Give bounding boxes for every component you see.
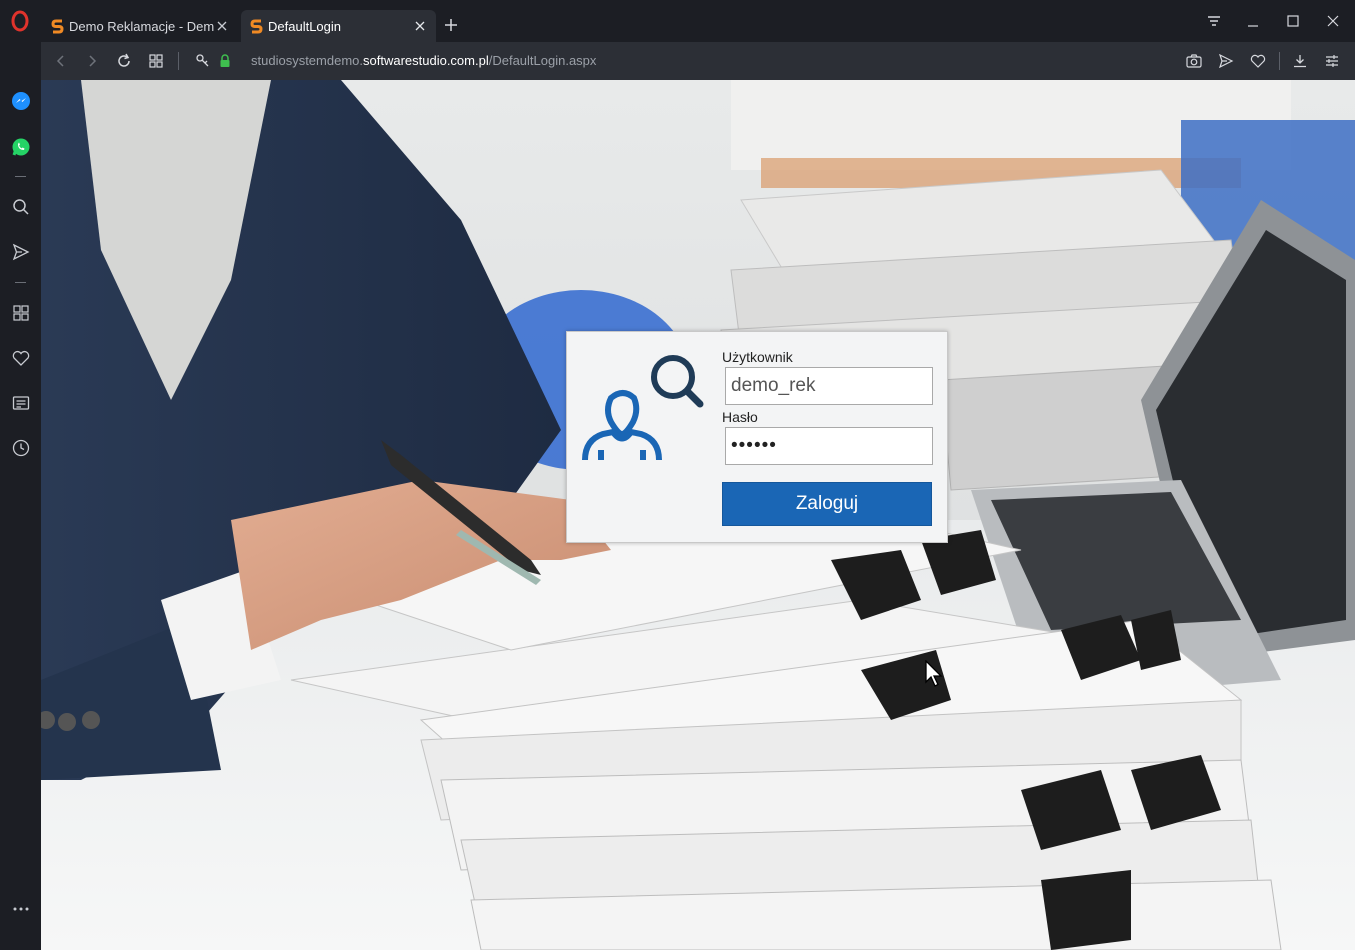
url-path: /DefaultLogin.aspx [488, 53, 597, 68]
url-field[interactable]: studiosystemdemo.softwarestudio.com.pl/D… [251, 53, 596, 68]
password-label: Hasło [722, 409, 758, 425]
divider [15, 282, 26, 283]
heart-icon[interactable] [1248, 51, 1268, 71]
tab-demo-reklamacje[interactable]: Demo Reklamacje - Demo [42, 10, 238, 42]
whatsapp-icon[interactable] [10, 136, 31, 157]
address-bar: studiosystemdemo.softwarestudio.com.pl/D… [41, 42, 1355, 80]
heart-icon[interactable] [10, 347, 31, 368]
maximize-icon[interactable] [1278, 10, 1308, 32]
opera-menu-icon[interactable] [9, 9, 31, 33]
tab-title: DefaultLogin [268, 18, 341, 34]
send-icon[interactable] [10, 241, 31, 262]
camera-icon[interactable] [1184, 51, 1204, 71]
speed-dial-grid-icon[interactable] [10, 302, 31, 323]
tab-strip: Demo Reklamacje - Demo DefaultLogin [0, 0, 1355, 42]
messenger-icon[interactable] [10, 90, 31, 111]
url-prefix: studiosystemdemo. [251, 53, 363, 68]
sidebar [0, 42, 41, 950]
login-panel: Użytkownik Hasło Zaloguj [566, 331, 948, 543]
new-tab-plus-icon[interactable] [442, 16, 460, 34]
mouse-cursor-icon [924, 659, 944, 688]
search-icon[interactable] [10, 196, 31, 217]
close-window-icon[interactable] [1318, 10, 1348, 32]
reload-icon[interactable] [114, 51, 134, 71]
page-viewport: Użytkownik Hasło Zaloguj [41, 80, 1355, 950]
speed-dial-grid-icon[interactable] [146, 51, 166, 71]
lock-icon[interactable] [215, 51, 235, 71]
close-tab-icon[interactable] [214, 18, 230, 34]
vpn-key-icon[interactable] [193, 51, 213, 71]
settings-sliders-icon[interactable] [1322, 51, 1342, 71]
softwarestudio-favicon-icon [249, 18, 263, 34]
softwarestudio-favicon-icon [50, 18, 64, 34]
username-label: Użytkownik [722, 349, 793, 365]
tab-defaultlogin[interactable]: DefaultLogin [241, 10, 436, 42]
close-tab-icon[interactable] [412, 18, 428, 34]
download-icon[interactable] [1290, 51, 1310, 71]
tab-menu-icon[interactable] [1199, 10, 1229, 32]
divider [178, 52, 179, 70]
divider [15, 176, 26, 177]
password-field[interactable] [725, 427, 933, 465]
divider [1279, 52, 1280, 70]
news-icon[interactable] [10, 392, 31, 413]
send-icon[interactable] [1216, 51, 1236, 71]
minimize-icon[interactable] [1238, 10, 1268, 32]
back-arrow-icon[interactable] [51, 51, 71, 71]
forward-arrow-icon[interactable] [82, 51, 102, 71]
user-search-icon [579, 350, 707, 466]
tab-title: Demo Reklamacje - Demo [69, 18, 214, 34]
login-button[interactable]: Zaloguj [722, 482, 932, 526]
history-clock-icon[interactable] [10, 437, 31, 458]
more-options-icon[interactable] [10, 898, 31, 919]
username-field[interactable] [725, 367, 933, 405]
url-domain: softwarestudio.com.pl [363, 53, 489, 68]
